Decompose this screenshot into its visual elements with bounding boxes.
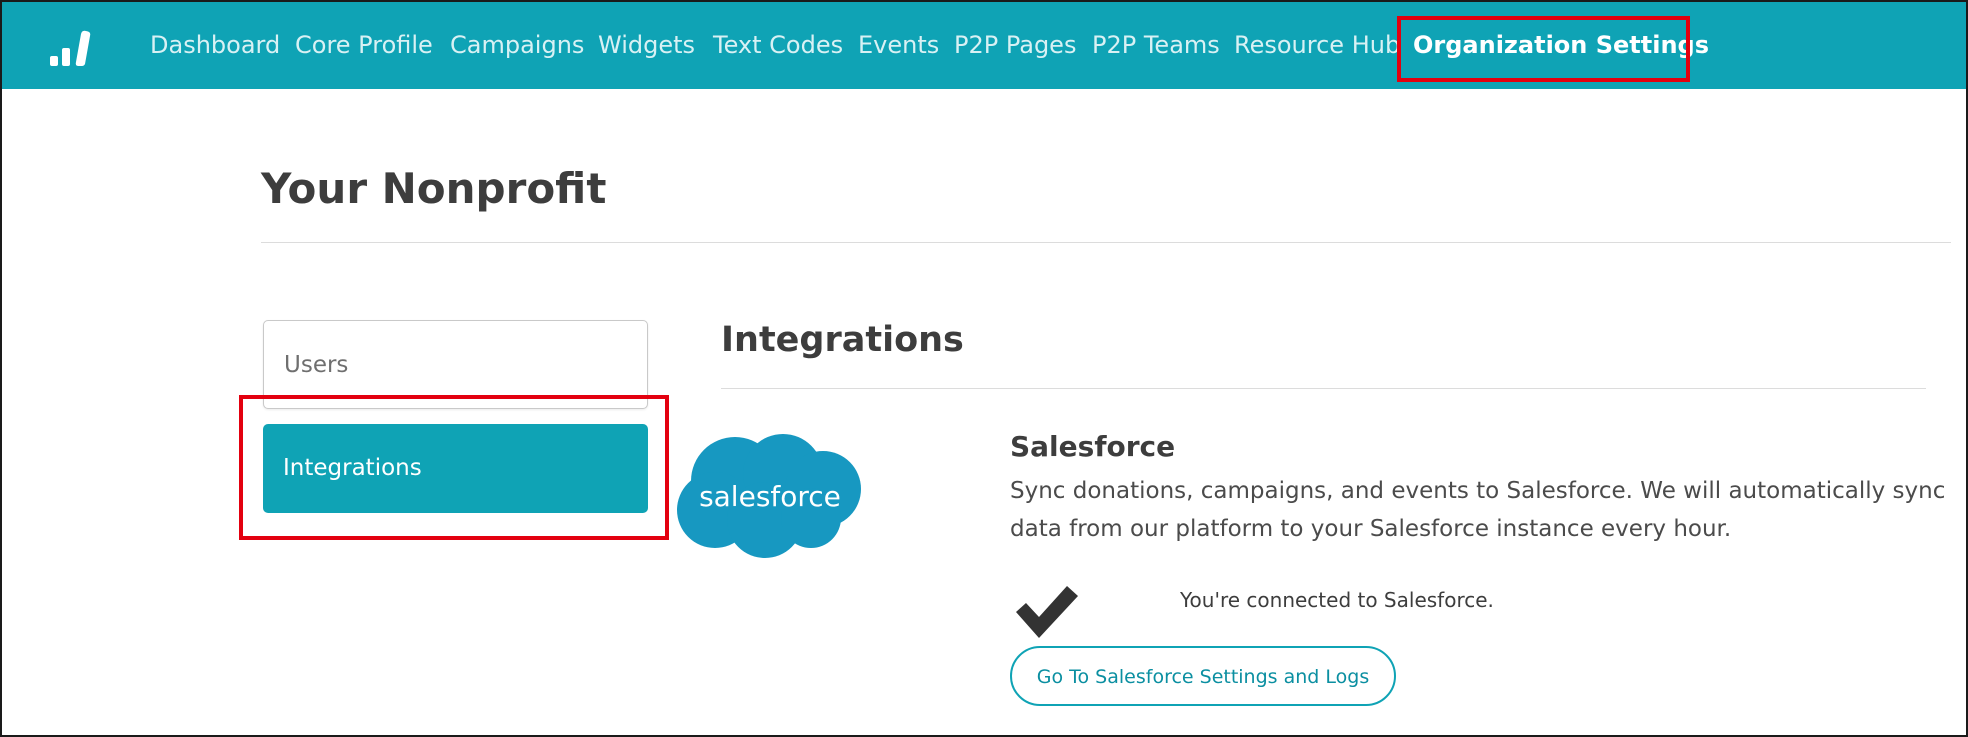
connection-status-text: You're connected to Salesforce. [1180, 588, 1494, 612]
app-window: Dashboard Core Profile Campaigns Widgets… [0, 0, 1968, 737]
nav-item-organization-settings[interactable]: Organization Settings [1413, 2, 1709, 89]
section-title-divider [721, 388, 1926, 389]
bar-chart-logo-icon[interactable] [48, 28, 92, 68]
nav-item-resource-hub[interactable]: Resource Hub [1234, 2, 1400, 89]
top-navigation-bar: Dashboard Core Profile Campaigns Widgets… [2, 2, 1966, 89]
integration-description: Sync donations, campaigns, and events to… [1010, 478, 1946, 542]
nav-item-text-codes[interactable]: Text Codes [713, 2, 843, 89]
nav-item-core-profile[interactable]: Core Profile [295, 2, 433, 89]
nav-item-events[interactable]: Events [858, 2, 939, 89]
nav-item-p2p-pages[interactable]: P2P Pages [954, 2, 1076, 89]
salesforce-settings-button[interactable]: Go To Salesforce Settings and Logs [1010, 646, 1396, 706]
salesforce-logo-text: salesforce [699, 480, 841, 513]
nav-item-dashboard[interactable]: Dashboard [150, 2, 280, 89]
section-title: Integrations [721, 320, 964, 360]
page-title-divider [261, 242, 1951, 243]
page-title: Your Nonprofit [261, 164, 607, 213]
nav-item-campaigns[interactable]: Campaigns [450, 2, 584, 89]
checkmark-icon [1016, 586, 1078, 638]
salesforce-cloud-logo: salesforce [677, 434, 861, 558]
sidebar-item-integrations[interactable]: Integrations [263, 424, 648, 513]
sidebar-item-users[interactable]: Users [263, 320, 648, 409]
nav-item-widgets[interactable]: Widgets [598, 2, 695, 89]
integration-name: Salesforce [1010, 430, 1176, 463]
nav-item-p2p-teams[interactable]: P2P Teams [1092, 2, 1220, 89]
